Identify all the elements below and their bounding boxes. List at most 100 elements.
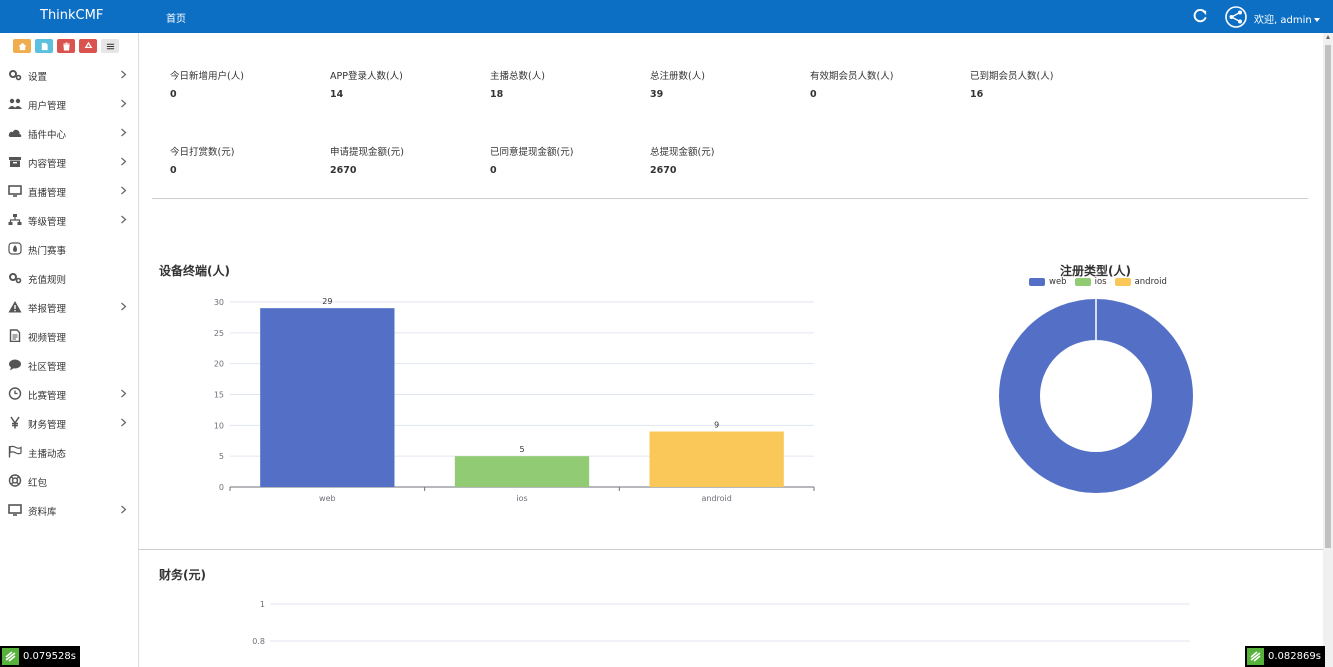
sidebar-item[interactable]: 资料库: [0, 495, 139, 524]
menu-toggle-button[interactable]: [101, 39, 119, 53]
share-icon[interactable]: [1225, 6, 1247, 28]
bar[interactable]: [454, 456, 590, 487]
sidebar-item-label: 视频管理: [28, 333, 67, 344]
sidebar: 设置 用户管理插件中心内容管理直播管理等级管理热门赛事充值规则举报管理视频管理社区…: [0, 33, 139, 667]
finance-line-chart: 10.8: [252, 600, 1190, 646]
clock-icon: [8, 387, 22, 400]
y-tick-label: 1: [260, 600, 265, 609]
chevron-right-icon: [121, 389, 127, 398]
x-tick-label: android: [701, 494, 731, 503]
sidebar-item-label: 插件中心: [28, 130, 67, 141]
sidebar-item[interactable]: 等级管理: [0, 205, 139, 234]
y-tick-label: 5: [219, 452, 224, 461]
trash-shortcut-button[interactable]: [57, 39, 75, 53]
page-scrollbar[interactable]: [1323, 33, 1333, 667]
stat-value: 0: [170, 89, 177, 100]
sidebar-item-label: 财务管理: [28, 420, 67, 431]
sidebar-item[interactable]: 充值规则: [0, 263, 139, 292]
y-tick-label: 20: [214, 360, 224, 369]
sidebar-item[interactable]: 直播管理: [0, 176, 139, 205]
file-icon: [41, 42, 48, 50]
sidebar-item-label: 举报管理: [28, 304, 67, 315]
users-icon: [8, 98, 22, 109]
stat-label: 今日打赏数(元): [170, 147, 235, 158]
sidebar-item[interactable]: 红包: [0, 466, 139, 495]
leaf-logo-icon: [2, 648, 19, 665]
scroll-up-arrow-icon[interactable]: [1326, 35, 1330, 39]
recycle-icon: [84, 41, 92, 48]
archive-icon: [9, 157, 21, 167]
gears-icon: [9, 273, 22, 284]
home-icon: [17, 42, 27, 50]
sidebar-item[interactable]: 举报管理: [0, 292, 139, 321]
stat-value: 16: [970, 89, 984, 100]
trace-timer-right[interactable]: 0.082869s: [1245, 646, 1325, 667]
cloud-icon: [8, 129, 22, 137]
stats-divider: [152, 198, 1308, 199]
sidebar-item-label: 直播管理: [28, 188, 67, 199]
donut-slice[interactable]: [999, 299, 1193, 493]
finance-chart-title: 财务(元): [159, 568, 206, 582]
chevron-right-icon: [121, 128, 127, 137]
legend-item[interactable]: web: [1029, 277, 1067, 287]
trash-icon: [62, 42, 70, 50]
register-chart-legend: web ios android: [1029, 277, 1167, 287]
chevron-right-icon: [121, 215, 127, 224]
sidebar-item[interactable]: 比赛管理: [0, 379, 139, 408]
monitor-icon: [8, 185, 22, 197]
sidebar-item-label: 比赛管理: [28, 391, 67, 402]
sidebar-item-label: 社区管理: [28, 362, 67, 373]
y-tick-label: 0: [219, 483, 224, 492]
stat-value: 0: [170, 165, 177, 176]
sidebar-item[interactable]: 插件中心: [0, 118, 139, 147]
bar-value-label: 5: [519, 445, 524, 454]
chevron-right-icon: [121, 157, 127, 166]
leaf-logo-icon: [1247, 648, 1264, 665]
stat-value: 18: [490, 89, 504, 100]
sidebar-item[interactable]: 用户管理: [0, 89, 139, 118]
bar[interactable]: [260, 308, 395, 487]
tab-home[interactable]: 首页: [166, 10, 186, 25]
sidebar-item-label: 主播动态: [28, 449, 67, 460]
user-menu[interactable]: 欢迎, admin: [1254, 11, 1320, 26]
stat-label: 总注册数(人): [650, 71, 705, 82]
bar-value-label: 9: [714, 421, 719, 430]
legend-item[interactable]: android: [1114, 277, 1167, 287]
menu-icon: [106, 43, 114, 49]
chevron-right-icon: [121, 302, 127, 311]
sidebar-item-label: 等级管理: [28, 217, 67, 228]
device-chart-title: 设备终端(人): [159, 264, 230, 278]
sidebar-item[interactable]: 视频管理: [0, 321, 139, 350]
brand-logo[interactable]: ThinkCMF: [40, 8, 103, 23]
sidebar-item[interactable]: 热门赛事: [0, 234, 139, 263]
recycle-shortcut-button[interactable]: [79, 39, 97, 53]
fire-icon: [8, 242, 22, 255]
sidebar-item[interactable]: 财务管理: [0, 408, 139, 437]
charts-divider: [139, 549, 1323, 550]
legend-item[interactable]: ios: [1074, 277, 1107, 287]
sidebar-item-label: 资料库: [28, 507, 57, 518]
yen-icon: [10, 416, 20, 429]
legend-label: ios: [1094, 277, 1107, 287]
timer-value: 0.079528s: [23, 651, 76, 662]
chevron-right-icon: [121, 186, 127, 195]
bar[interactable]: [649, 431, 784, 488]
home-shortcut-button[interactable]: [13, 39, 31, 53]
y-tick-label: 25: [214, 329, 224, 338]
sidebar-item[interactable]: 主播动态: [0, 437, 139, 466]
stat-value: 0: [490, 165, 497, 176]
refresh-icon[interactable]: [1193, 9, 1207, 23]
sidebar-item-label: 热门赛事: [28, 246, 67, 257]
trace-timer-left[interactable]: 0.079528s: [0, 646, 80, 667]
sidebar-item[interactable]: 设置: [0, 60, 139, 89]
welcome-text: 欢迎, admin: [1254, 15, 1312, 26]
lifebuoy-icon: [8, 474, 22, 487]
legend-swatch: [1074, 278, 1091, 286]
caret-down-icon: [1313, 18, 1320, 22]
scrollbar-thumb[interactable]: [1325, 45, 1331, 548]
stat-value: 2670: [330, 165, 357, 176]
sidebar-item[interactable]: 内容管理: [0, 147, 139, 176]
stat-label: 已到期会员人数(人): [970, 71, 1054, 82]
file-shortcut-button[interactable]: [35, 39, 53, 53]
sidebar-item[interactable]: 社区管理: [0, 350, 139, 379]
